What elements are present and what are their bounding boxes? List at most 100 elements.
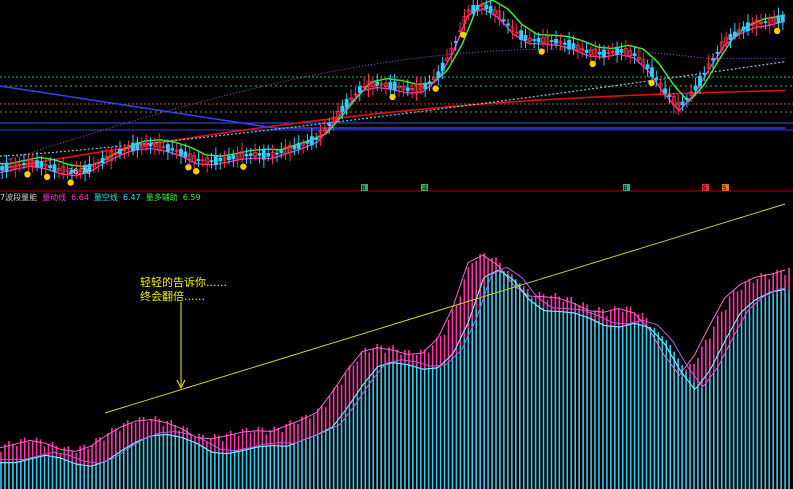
candle-body bbox=[314, 137, 319, 140]
candle-body bbox=[584, 49, 589, 53]
candle-body bbox=[392, 81, 397, 91]
candle-body bbox=[209, 160, 214, 163]
signal-dot bbox=[43, 173, 51, 181]
signal-dot bbox=[24, 171, 31, 178]
candle-body bbox=[693, 85, 698, 91]
signal-dot bbox=[240, 163, 247, 170]
signal-marker-text: S bbox=[703, 185, 707, 192]
ma-short-line bbox=[0, 0, 786, 168]
candle-body bbox=[100, 157, 105, 164]
volume-energy-panel bbox=[0, 203, 790, 489]
candle-body bbox=[4, 162, 9, 173]
candle-body bbox=[532, 39, 537, 41]
candle-body bbox=[327, 123, 332, 126]
candle-body bbox=[309, 136, 314, 146]
candle-body bbox=[52, 164, 57, 172]
candle-body bbox=[763, 21, 768, 24]
legend-item-label: 量动线 bbox=[42, 193, 67, 202]
legend-item-value: 6.64 bbox=[71, 193, 89, 202]
candle-body bbox=[357, 86, 362, 93]
signal-dot bbox=[459, 31, 467, 38]
candle-body bbox=[213, 155, 218, 166]
legend-item-label: 量空线 bbox=[93, 193, 118, 202]
candle-body bbox=[244, 153, 249, 157]
candle-body bbox=[296, 142, 301, 149]
candle-body bbox=[266, 152, 271, 157]
candle-body bbox=[746, 22, 750, 32]
ma-purple-line bbox=[0, 48, 785, 163]
signal-dot bbox=[67, 179, 74, 186]
candle-body bbox=[663, 88, 667, 94]
signal-dot bbox=[773, 27, 781, 35]
candle-body bbox=[405, 87, 410, 92]
ma-mid-line bbox=[0, 8, 786, 177]
annotation-line: 轻轻的告诉你...... bbox=[140, 276, 227, 289]
candle-body bbox=[619, 49, 624, 53]
candle-body bbox=[554, 38, 558, 44]
candle-body bbox=[632, 53, 637, 56]
candle-body bbox=[536, 37, 541, 43]
legend-item-value: 6.47 bbox=[122, 193, 141, 202]
candle-body bbox=[780, 14, 785, 22]
candle-body bbox=[567, 39, 572, 50]
legend-item-label: 量多辅助 bbox=[145, 193, 178, 202]
candle-body bbox=[484, 4, 489, 10]
candle-body bbox=[475, 5, 480, 10]
candle-body bbox=[602, 49, 606, 58]
candle-body bbox=[702, 72, 707, 75]
signal-dot bbox=[185, 164, 192, 171]
candle-body bbox=[340, 105, 345, 112]
candle-body bbox=[698, 75, 702, 86]
candle-body bbox=[135, 142, 140, 150]
candle-body bbox=[440, 62, 445, 72]
candle-body bbox=[645, 64, 650, 69]
candle-body bbox=[48, 165, 53, 169]
candle-body bbox=[715, 51, 720, 54]
candle-body bbox=[667, 94, 672, 97]
candle-body bbox=[615, 46, 619, 55]
annotation-line: 终会翻倍...... bbox=[140, 290, 205, 303]
signal-dot bbox=[432, 85, 439, 92]
signal-marker-text: B bbox=[362, 185, 366, 192]
candle-body bbox=[179, 148, 183, 156]
candle-body bbox=[388, 81, 393, 89]
signal-marker-text: 减 bbox=[422, 184, 428, 192]
candle-body bbox=[436, 71, 441, 78]
candle-body bbox=[549, 40, 554, 43]
candle-body bbox=[562, 42, 567, 45]
candle-body bbox=[423, 83, 428, 89]
candle-body bbox=[427, 81, 432, 84]
low-price-label: 26.76 bbox=[68, 167, 91, 176]
signal-marker-text: S bbox=[723, 185, 727, 192]
signal-dot bbox=[648, 79, 655, 87]
candle-body bbox=[275, 152, 279, 155]
candle-body bbox=[305, 141, 310, 144]
candle-body bbox=[218, 157, 223, 162]
ma-blue-line bbox=[0, 85, 785, 129]
candle-body bbox=[776, 15, 781, 24]
indicator-legend: 7波段量能 量动线 6.64 量空线 6.47 量多辅助 6.59 bbox=[0, 192, 201, 204]
candle-body bbox=[453, 41, 458, 43]
signal-dot bbox=[538, 48, 545, 55]
candle-body bbox=[257, 152, 262, 156]
candle-body bbox=[35, 160, 39, 167]
candle-body bbox=[375, 81, 380, 86]
candle-body bbox=[654, 77, 659, 80]
candle-body bbox=[196, 159, 201, 162]
candle-body bbox=[0, 165, 5, 171]
candle-body bbox=[344, 99, 349, 108]
candle-body bbox=[118, 148, 122, 155]
legend-item-value: 6.59 bbox=[182, 193, 201, 202]
candle-body bbox=[39, 161, 44, 168]
candle-body bbox=[519, 30, 524, 40]
candle-body bbox=[732, 31, 737, 37]
candle-body bbox=[680, 101, 685, 106]
candle-body bbox=[506, 23, 510, 26]
candle-body bbox=[741, 26, 746, 31]
signal-marker-text: B bbox=[624, 185, 628, 192]
candle-body bbox=[597, 51, 602, 55]
candle-body bbox=[131, 142, 135, 152]
signal-dot bbox=[389, 93, 396, 101]
candle-body bbox=[571, 43, 576, 49]
candle-body bbox=[523, 35, 528, 41]
